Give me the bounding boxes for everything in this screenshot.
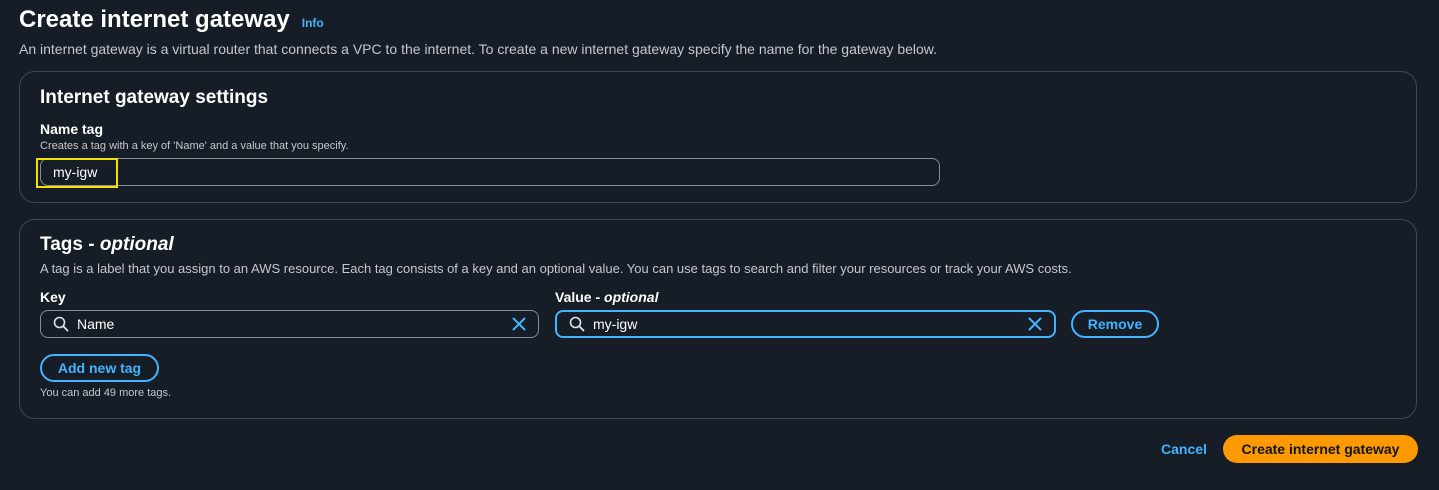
search-icon — [53, 316, 69, 332]
tags-panel: Tags - optional A tag is a label that yo… — [19, 219, 1417, 419]
tag-value-label: Value - optional — [555, 289, 658, 305]
create-internet-gateway-page: Create internet gateway Info An internet… — [0, 0, 1439, 490]
settings-panel-title: Internet gateway settings — [40, 87, 269, 108]
internet-gateway-settings-panel: Internet gateway settings Name tag Creat… — [19, 71, 1417, 203]
tag-value-value: my-igw — [593, 316, 638, 332]
tags-panel-title: Tags - optional — [40, 234, 174, 256]
add-new-tag-button[interactable]: Add new tag — [40, 354, 159, 382]
remove-tag-button[interactable]: Remove — [1071, 310, 1159, 338]
tag-value-input[interactable]: my-igw — [555, 310, 1056, 338]
value-label-optional: optional — [604, 289, 659, 305]
highlight-box — [36, 158, 118, 188]
search-icon — [569, 316, 585, 332]
tag-key-value: Name — [77, 316, 115, 332]
tag-key-input[interactable]: Name — [40, 310, 539, 338]
tags-description: A tag is a label that you assign to an A… — [40, 261, 1072, 276]
name-tag-description: Creates a tag with a key of 'Name' and a… — [40, 140, 349, 152]
tags-title-main: Tags - — [40, 234, 100, 255]
page-description: An internet gateway is a virtual router … — [19, 41, 938, 57]
close-icon[interactable] — [1027, 316, 1043, 332]
close-icon[interactable] — [511, 316, 527, 332]
tags-remaining-hint: You can add 49 more tags. — [40, 387, 172, 399]
name-tag-input[interactable]: my-igw — [40, 158, 940, 186]
name-tag-label: Name tag — [40, 121, 104, 137]
page-title: Create internet gateway — [19, 6, 290, 33]
value-label-main: Value - — [555, 289, 605, 305]
tag-key-label: Key — [40, 289, 66, 305]
info-link[interactable]: Info — [302, 16, 324, 30]
page-header: Create internet gateway Info — [19, 6, 324, 34]
cancel-button[interactable]: Cancel — [1161, 441, 1207, 457]
tags-title-optional: optional — [99, 234, 174, 255]
create-internet-gateway-button[interactable]: Create internet gateway — [1223, 435, 1418, 463]
